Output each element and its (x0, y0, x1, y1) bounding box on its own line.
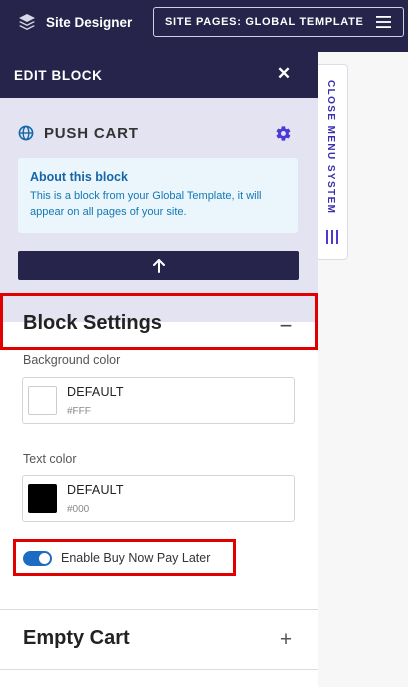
background-color-name: DEFAULT (67, 385, 124, 399)
expand-button[interactable]: + (276, 628, 296, 651)
brand-label: Site Designer (46, 14, 133, 30)
text-color-picker[interactable]: DEFAULT #000 (22, 475, 295, 522)
block-title-row: PUSH CART (18, 122, 298, 144)
move-up-button[interactable] (18, 251, 299, 280)
highlight-block-settings (0, 293, 318, 350)
text-color-label: Text color (23, 452, 77, 466)
gear-icon[interactable] (275, 125, 292, 142)
about-text: This is a block from your Global Templat… (30, 190, 262, 218)
about-title: About this block (30, 170, 128, 184)
block-info: PUSH CART About this block This is a blo… (0, 98, 318, 322)
close-button[interactable]: ✕ (274, 64, 294, 84)
close-menu-system-tab[interactable]: CLOSE MENU SYSTEM (318, 64, 348, 260)
text-color-value: #000 (67, 504, 90, 515)
background-color-swatch[interactable] (28, 386, 57, 415)
menu-bars-icon (326, 230, 338, 244)
panel-header: EDIT BLOCK ✕ (0, 52, 318, 98)
site-pages-button[interactable]: SITE PAGES: GLOBAL TEMPLATE (153, 7, 404, 37)
block-name: PUSH CART (44, 124, 139, 142)
about-block-notice: About this block This is a block from yo… (18, 158, 298, 233)
close-menu-system-label: CLOSE MENU SYSTEM (325, 80, 336, 215)
site-pages-label: SITE PAGES: GLOBAL TEMPLATE (165, 16, 364, 28)
hamburger-icon (376, 16, 391, 28)
background-color-picker[interactable]: DEFAULT #FFF (22, 377, 295, 424)
panel-title: EDIT BLOCK (14, 68, 103, 83)
brand[interactable]: Site Designer (18, 12, 132, 32)
text-color-name: DEFAULT (67, 483, 124, 497)
section-divider (0, 669, 318, 670)
edit-block-panel: EDIT BLOCK ✕ PUSH CART About this block … (0, 52, 318, 687)
background-color-value: #FFF (67, 406, 91, 417)
top-bar: Site Designer SITE PAGES: GLOBAL TEMPLAT… (0, 0, 408, 52)
arrow-up-icon (152, 258, 165, 273)
text-color-swatch[interactable] (28, 484, 57, 513)
empty-cart-title: Empty Cart (23, 627, 130, 649)
highlight-bnpl-toggle (13, 539, 236, 576)
globe-icon (18, 125, 34, 141)
background-color-label: Background color (23, 353, 121, 367)
layers-icon (19, 14, 35, 30)
